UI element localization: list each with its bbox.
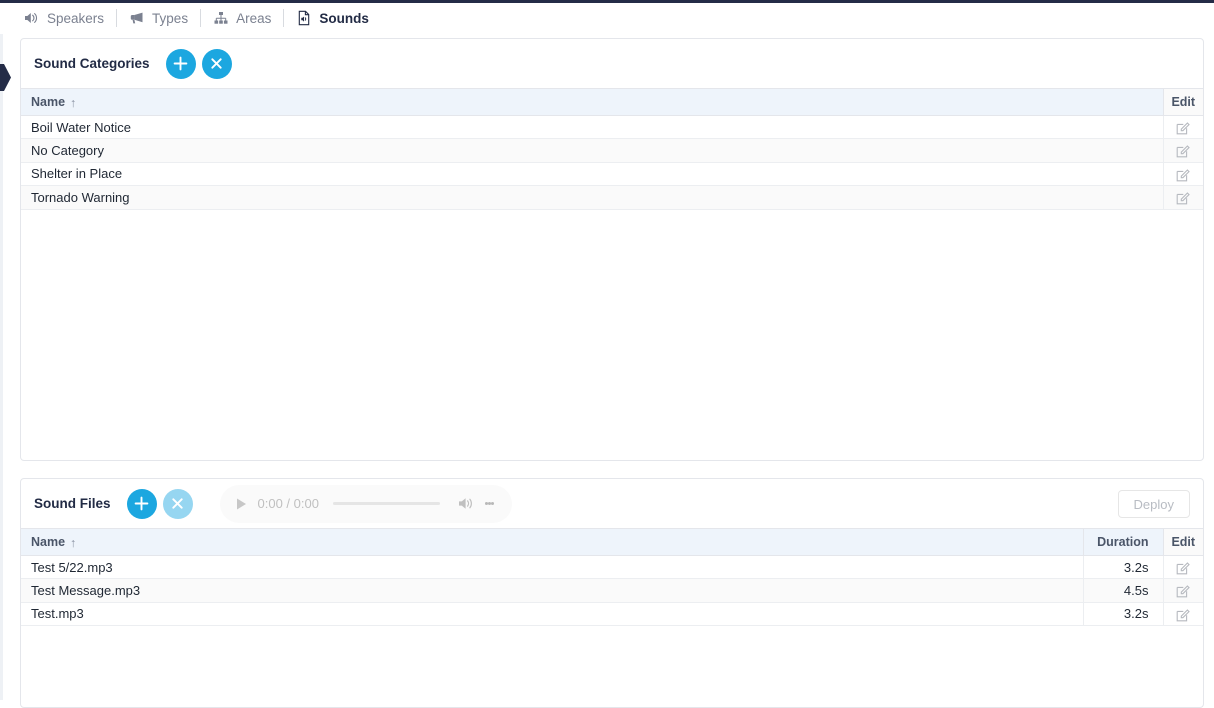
cell-edit[interactable] — [1162, 138, 1203, 163]
sound-categories-title: Sound Categories — [34, 56, 150, 71]
column-label: Duration — [1097, 535, 1149, 549]
close-icon — [211, 58, 222, 69]
nav-tab-label: Types — [152, 10, 189, 26]
plus-icon — [173, 56, 188, 71]
cell-category-name: Boil Water Notice — [21, 115, 1163, 140]
audio-time-display: 0:00 / 0:00 — [257, 496, 319, 511]
sound-files-table: Name ↑ Duration Edit Test 5/22.mp3 3.2s Tes… — [21, 528, 1203, 627]
sound-categories-card: Sound Categories Name ↑ Edit Boil Water … — [20, 38, 1204, 461]
edit-icon[interactable] — [1176, 561, 1191, 575]
deploy-button[interactable]: Deploy — [1117, 490, 1190, 518]
column-label: Edit — [1171, 535, 1196, 549]
nav-tab-speakers[interactable]: Speakers — [12, 5, 116, 31]
cell-file-name: Test Message.mp3 — [21, 578, 1083, 603]
edit-icon[interactable] — [1176, 191, 1191, 205]
cell-duration: 3.2s — [1082, 602, 1163, 627]
column-header-name[interactable]: Name ↑ — [21, 88, 1163, 116]
cell-edit[interactable] — [1162, 602, 1203, 627]
nav-tab-sounds[interactable]: Sounds — [284, 5, 381, 31]
audio-player: 0:00 / 0:00 — [219, 484, 512, 523]
close-icon — [172, 498, 183, 509]
left-page-gutter — [0, 34, 3, 700]
cell-edit[interactable] — [1162, 185, 1203, 210]
sound-files-header: Sound Files 0:00 / 0:00 Deploy — [21, 479, 1203, 528]
column-header-edit: Edit — [1162, 88, 1203, 116]
table-header-row: Name ↑ Duration Edit — [21, 528, 1203, 556]
cell-edit[interactable] — [1162, 162, 1203, 187]
kebab-menu-icon[interactable] — [480, 501, 500, 507]
cell-duration: 4.5s — [1082, 578, 1163, 603]
table-row[interactable]: Boil Water Notice — [21, 115, 1203, 140]
sound-files-card: Sound Files 0:00 / 0:00 Deploy Name ↑ Du… — [20, 478, 1204, 708]
table-row[interactable]: Test 5/22.mp3 3.2s — [21, 555, 1203, 580]
nav-underline — [0, 33, 1214, 34]
add-sound-file-button[interactable] — [126, 488, 157, 519]
sound-categories-body: Boil Water Notice No Category Shelter in P… — [21, 115, 1203, 210]
table-row[interactable]: Tornado Warning — [21, 185, 1203, 210]
sound-files-title: Sound Files — [34, 496, 111, 511]
cell-category-name: Tornado Warning — [21, 185, 1163, 210]
edit-icon[interactable] — [1176, 168, 1191, 182]
cell-edit[interactable] — [1162, 115, 1203, 140]
table-row[interactable]: No Category — [21, 138, 1203, 163]
sound-categories-table-wrap: Name ↑ Edit Boil Water Notice No Category S… — [21, 88, 1203, 210]
cell-file-name: Test 5/22.mp3 — [21, 555, 1083, 580]
volume-icon — [24, 10, 40, 26]
edit-icon[interactable] — [1176, 584, 1191, 598]
column-header-edit: Edit — [1162, 528, 1203, 556]
sort-ascending-icon: ↑ — [70, 535, 77, 550]
main-navigation: Speakers Types Areas Sounds — [0, 3, 1214, 33]
nav-tab-label: Sounds — [319, 10, 369, 26]
plus-icon — [134, 496, 149, 511]
cell-edit[interactable] — [1162, 578, 1203, 603]
sidebar-expand-handle[interactable] — [0, 64, 11, 91]
cell-duration: 3.2s — [1082, 555, 1163, 580]
table-header-row: Name ↑ Edit — [21, 88, 1203, 116]
audio-progress-slider[interactable] — [332, 502, 440, 505]
add-sound-category-button[interactable] — [165, 48, 196, 79]
edit-icon[interactable] — [1176, 121, 1191, 135]
volume-icon[interactable] — [454, 496, 480, 511]
sound-files-body: Test 5/22.mp3 3.2s Test Message.mp3 4.5s Tes… — [21, 555, 1203, 627]
sort-ascending-icon: ↑ — [70, 95, 77, 110]
table-row[interactable]: Test.mp3 3.2s — [21, 602, 1203, 627]
sitemap-icon — [213, 10, 229, 26]
column-label: Edit — [1171, 95, 1196, 109]
cell-category-name: No Category — [21, 138, 1163, 163]
nav-tab-types[interactable]: Types — [117, 5, 200, 31]
nav-tab-areas[interactable]: Areas — [201, 5, 283, 31]
sound-categories-table: Name ↑ Edit Boil Water Notice No Category S… — [21, 88, 1203, 210]
nav-tab-label: Areas — [236, 10, 272, 26]
file-audio-icon — [296, 10, 312, 26]
delete-sound-category-button[interactable] — [201, 48, 232, 79]
play-icon[interactable] — [230, 497, 254, 511]
cell-category-name: Shelter in Place — [21, 162, 1163, 187]
cell-file-name: Test.mp3 — [21, 602, 1083, 627]
megaphone-icon — [129, 10, 145, 26]
delete-sound-file-button[interactable] — [162, 488, 193, 519]
sound-files-table-wrap: Name ↑ Duration Edit Test 5/22.mp3 3.2s Tes… — [21, 528, 1203, 627]
table-row[interactable]: Shelter in Place — [21, 162, 1203, 187]
edit-icon[interactable] — [1176, 144, 1191, 158]
column-label: Name — [31, 534, 66, 549]
edit-icon[interactable] — [1176, 608, 1191, 622]
column-header-name[interactable]: Name ↑ — [21, 528, 1083, 556]
column-header-duration[interactable]: Duration — [1082, 528, 1163, 556]
cell-edit[interactable] — [1162, 555, 1203, 580]
nav-tab-label: Speakers — [47, 10, 105, 26]
sound-categories-header: Sound Categories — [21, 39, 1203, 88]
column-label: Name — [31, 94, 66, 109]
table-row[interactable]: Test Message.mp3 4.5s — [21, 578, 1203, 603]
